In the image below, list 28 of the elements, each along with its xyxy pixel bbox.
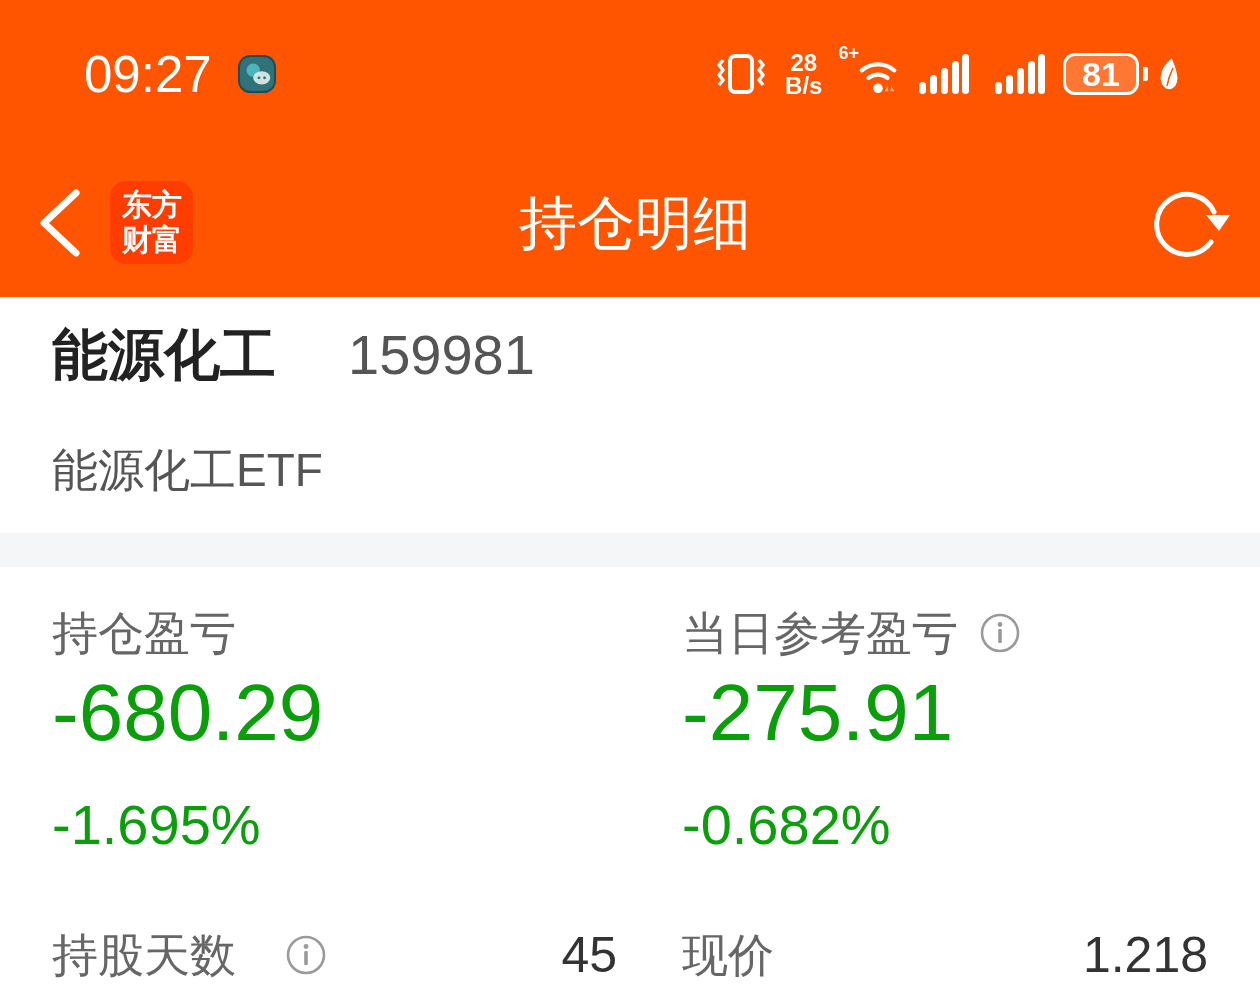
leaf-icon — [1158, 56, 1180, 92]
app-logo: 东方财富 — [110, 181, 193, 264]
security-full-name: 能源化工ETF — [52, 447, 323, 493]
vibrate-icon — [717, 54, 766, 94]
profit-loss-percent: -0.682% — [682, 797, 891, 853]
page-title: 持仓明细 — [519, 193, 751, 252]
signal-icon — [995, 54, 1045, 94]
detail-label: 现价 — [682, 932, 774, 978]
security-code: 159981 — [348, 327, 535, 383]
detail-value: 45 — [561, 930, 617, 980]
back-icon[interactable] — [38, 188, 82, 257]
signal-icon — [919, 54, 969, 94]
info-icon[interactable] — [286, 935, 326, 975]
app-notification-icon — [237, 54, 276, 94]
profit-loss-amount: -680.29 — [52, 673, 324, 753]
wifi-standard-label: 6+ — [838, 44, 859, 62]
profit-loss-percent: -1.695% — [52, 797, 261, 853]
info-icon[interactable] — [980, 613, 1020, 653]
summary-label: 持仓盈亏 — [52, 610, 236, 656]
summary-label: 当日参考盈亏 — [682, 610, 958, 656]
security-name: 能源化工 — [52, 327, 276, 383]
status-time: 09:27 — [84, 48, 212, 100]
detail-value: 1.218 — [1082, 930, 1208, 980]
network-speed-value: 28 — [790, 51, 818, 74]
battery-indicator: 81 — [1063, 53, 1148, 95]
network-speed-unit: B/s — [785, 74, 823, 97]
profit-loss-amount: -275.91 — [682, 673, 954, 753]
detail-label: 持股天数 — [52, 932, 236, 978]
